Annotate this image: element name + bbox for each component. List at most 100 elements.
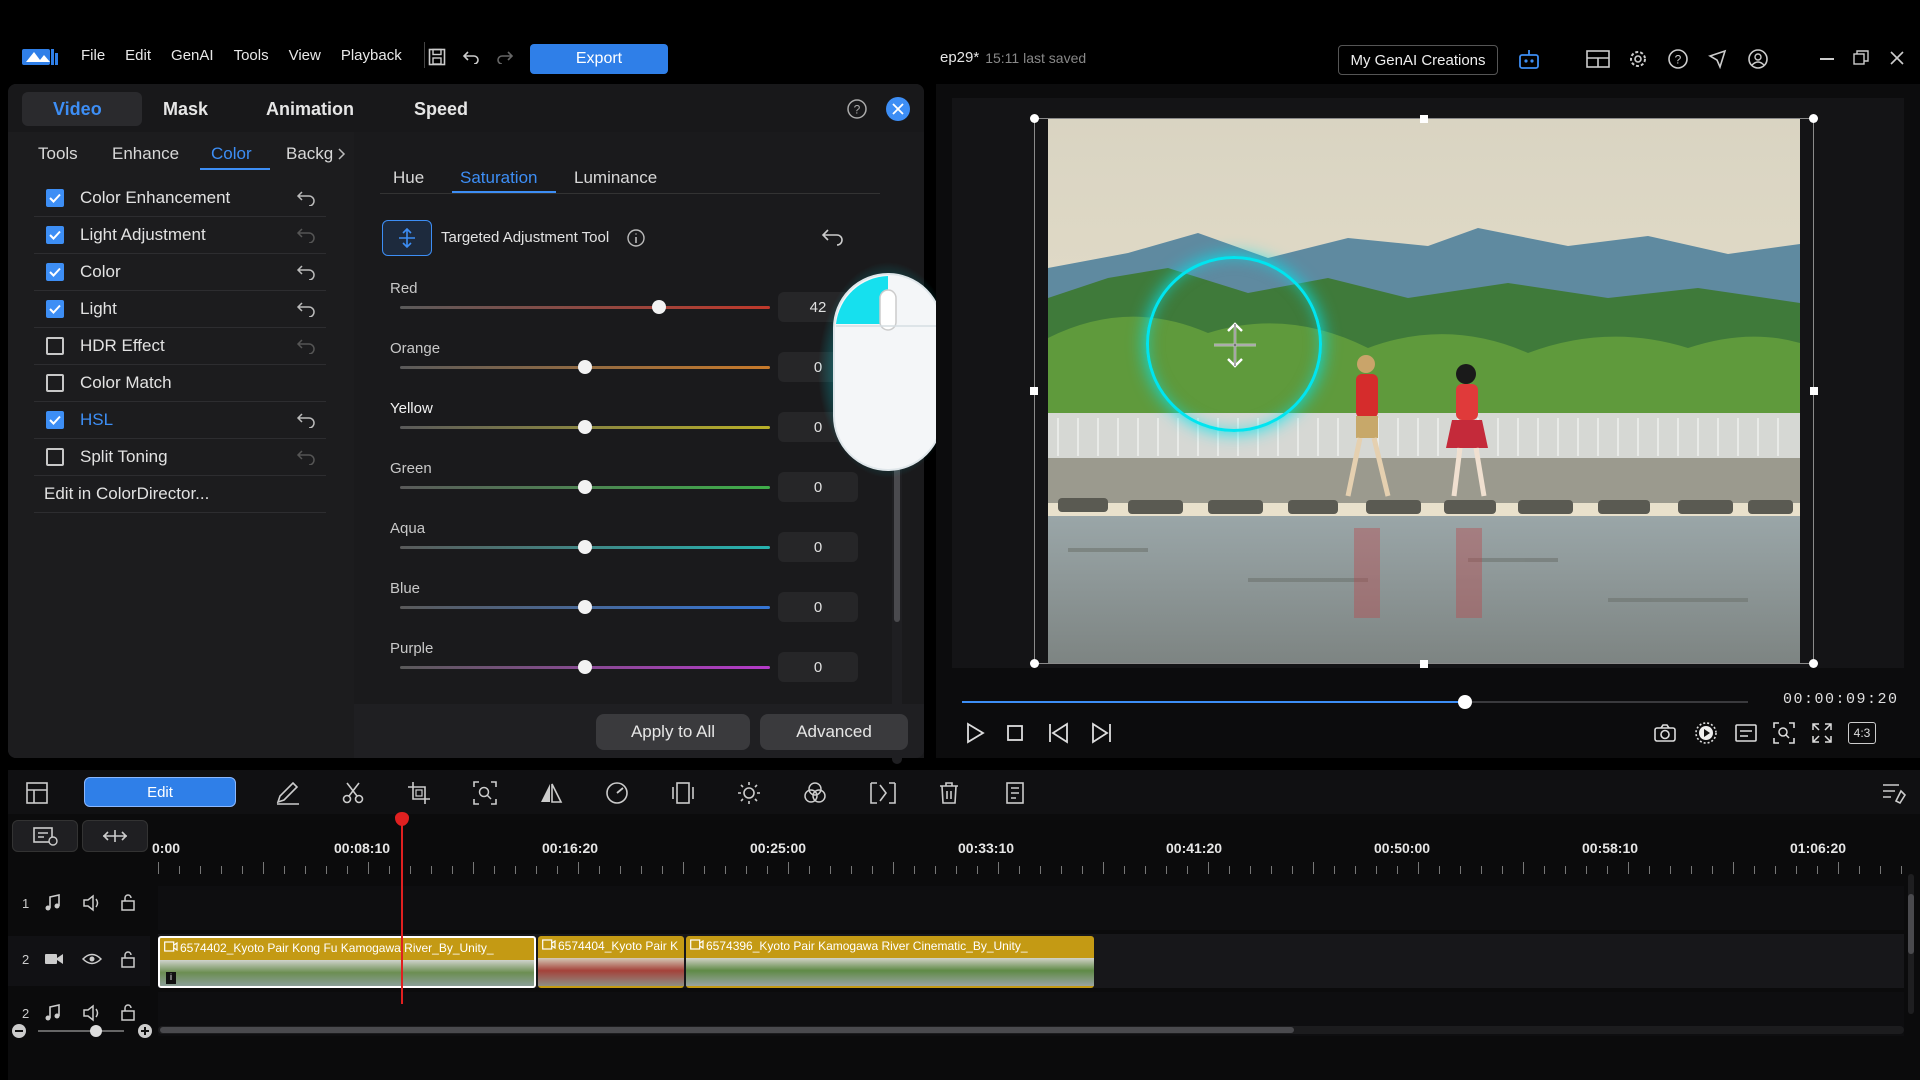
- slider-value-purple[interactable]: 0: [778, 652, 858, 682]
- track-lane-audio-1[interactable]: [158, 886, 1904, 930]
- slider-track-red[interactable]: [400, 300, 770, 314]
- hsl-tab-luminance[interactable]: Luminance: [574, 168, 657, 188]
- crop-icon[interactable]: [406, 780, 432, 806]
- checkbox-color-enhancement[interactable]: [46, 189, 64, 207]
- minimize-icon[interactable]: [1820, 58, 1834, 60]
- hsl-tab-saturation[interactable]: Saturation: [460, 168, 538, 188]
- category-row-hsl[interactable]: HSL: [34, 402, 326, 439]
- selection-frame[interactable]: [1034, 118, 1814, 664]
- layout-icon[interactable]: [1585, 48, 1611, 70]
- advanced-button[interactable]: Advanced: [760, 714, 908, 750]
- slider-knob-blue[interactable]: [578, 600, 592, 614]
- help-icon[interactable]: ?: [1666, 47, 1690, 71]
- video-clip[interactable]: 6574404_Kyoto Pair K: [538, 936, 684, 988]
- export-button[interactable]: Export: [530, 44, 668, 74]
- slider-value-blue[interactable]: 0: [778, 592, 858, 622]
- panel-close-icon[interactable]: [886, 97, 910, 121]
- playback-scrubber[interactable]: [1458, 695, 1473, 709]
- ai-assistant-icon[interactable]: [1516, 46, 1542, 72]
- split-scissors-icon[interactable]: [340, 780, 366, 806]
- category-row-color-match[interactable]: Color Match: [34, 365, 326, 402]
- slider-track-blue[interactable]: [400, 600, 770, 614]
- hsl-reset-icon[interactable]: [820, 226, 846, 248]
- subtab-background[interactable]: Backg: [286, 144, 333, 164]
- reset-icon[interactable]: [296, 412, 316, 428]
- subtab-enhance[interactable]: Enhance: [112, 144, 179, 164]
- visibility-eye-icon[interactable]: [82, 952, 102, 966]
- edit-in-colordirector-link[interactable]: Edit in ColorDirector...: [34, 476, 326, 513]
- subtab-scroll-right-icon[interactable]: [336, 146, 348, 162]
- menu-view[interactable]: View: [289, 47, 321, 64]
- slider-knob-yellow[interactable]: [578, 420, 592, 434]
- resize-handle[interactable]: [1030, 659, 1039, 668]
- fullscreen-icon[interactable]: [1810, 721, 1834, 745]
- subtitle-icon[interactable]: [1734, 722, 1758, 744]
- playback-progress-track[interactable]: [962, 695, 1748, 709]
- delete-trash-icon[interactable]: [936, 780, 962, 806]
- checkbox-light-adjustment[interactable]: [46, 226, 64, 244]
- transition-icon[interactable]: [868, 780, 898, 806]
- undo-icon[interactable]: [460, 46, 482, 68]
- timeline-settings-icon[interactable]: [1880, 780, 1908, 806]
- lock-icon[interactable]: [120, 950, 136, 968]
- slider-track-yellow[interactable]: [400, 420, 770, 434]
- restore-icon[interactable]: [1853, 50, 1869, 66]
- feedback-icon[interactable]: [1706, 47, 1730, 71]
- resize-handle[interactable]: [1420, 115, 1428, 123]
- zoom-out-icon[interactable]: [12, 1024, 26, 1038]
- my-genai-creations-button[interactable]: My GenAI Creations: [1338, 45, 1498, 75]
- category-row-light-adjustment[interactable]: Light Adjustment: [34, 217, 326, 254]
- aspect-ratio-button[interactable]: 4:3: [1848, 722, 1876, 744]
- checkbox-split-toning[interactable]: [46, 448, 64, 466]
- panel-help-icon[interactable]: ?: [846, 98, 868, 120]
- video-clip[interactable]: 6574396_Kyoto Pair Kamogawa River Cinema…: [686, 936, 1094, 988]
- track-manager-icon[interactable]: [12, 820, 78, 852]
- edit-mode-button[interactable]: Edit: [84, 777, 236, 807]
- resize-handle[interactable]: [1810, 387, 1818, 395]
- targeted-adjustment-tool-button[interactable]: [382, 220, 432, 256]
- resize-handle[interactable]: [1809, 659, 1818, 668]
- time-ruler[interactable]: 0:00 00:08:10 00:16:20 00:25:00 00:33:10 00:4…: [152, 814, 1904, 874]
- zoom-preview-icon[interactable]: [1772, 721, 1796, 745]
- slider-knob-orange[interactable]: [578, 360, 592, 374]
- checkbox-light[interactable]: [46, 300, 64, 318]
- lock-icon[interactable]: [120, 1003, 136, 1021]
- resize-handle[interactable]: [1809, 114, 1818, 123]
- slider-track-orange[interactable]: [400, 360, 770, 374]
- checkbox-color[interactable]: [46, 263, 64, 281]
- menu-genai[interactable]: GenAI: [171, 47, 214, 64]
- speaker-icon[interactable]: [82, 894, 102, 912]
- settings-gear-icon[interactable]: [1626, 47, 1650, 71]
- menu-edit[interactable]: Edit: [125, 47, 151, 64]
- resize-handle[interactable]: [1420, 660, 1428, 668]
- category-row-split-toning[interactable]: Split Toning: [34, 439, 326, 476]
- media-library-icon[interactable]: [24, 780, 50, 806]
- slider-knob-red[interactable]: [652, 300, 666, 314]
- stabilizer-icon[interactable]: [670, 780, 696, 806]
- timeline-vertical-scroll-thumb[interactable]: [1908, 894, 1914, 954]
- tab-speed[interactable]: Speed: [414, 99, 468, 120]
- zoom-slider-knob[interactable]: [90, 1025, 102, 1037]
- checkbox-hdr-effect[interactable]: [46, 337, 64, 355]
- previous-frame-icon[interactable]: [1046, 721, 1072, 745]
- reset-icon[interactable]: [296, 301, 316, 317]
- next-frame-icon[interactable]: [1088, 721, 1114, 745]
- more-tools-icon[interactable]: [1002, 780, 1028, 806]
- zoom-in-icon[interactable]: [138, 1024, 152, 1038]
- playhead[interactable]: [401, 814, 403, 1004]
- close-window-icon[interactable]: [1889, 50, 1905, 66]
- timeline-horizontal-scroll-thumb[interactable]: [160, 1027, 1294, 1033]
- apply-to-all-button[interactable]: Apply to All: [596, 714, 750, 750]
- save-icon[interactable]: [426, 46, 448, 68]
- menu-file[interactable]: File: [81, 47, 105, 64]
- slider-track-aqua[interactable]: [400, 540, 770, 554]
- flip-icon[interactable]: [538, 780, 564, 806]
- category-row-color[interactable]: Color: [34, 254, 326, 291]
- lock-icon[interactable]: [120, 893, 136, 911]
- redo-icon[interactable]: [494, 46, 516, 68]
- menu-playback[interactable]: Playback: [341, 47, 402, 64]
- slider-knob-green[interactable]: [578, 480, 592, 494]
- category-row-hdr-effect[interactable]: HDR Effect: [34, 328, 326, 365]
- slider-track-green[interactable]: [400, 480, 770, 494]
- zoom-crop-icon[interactable]: [472, 780, 498, 806]
